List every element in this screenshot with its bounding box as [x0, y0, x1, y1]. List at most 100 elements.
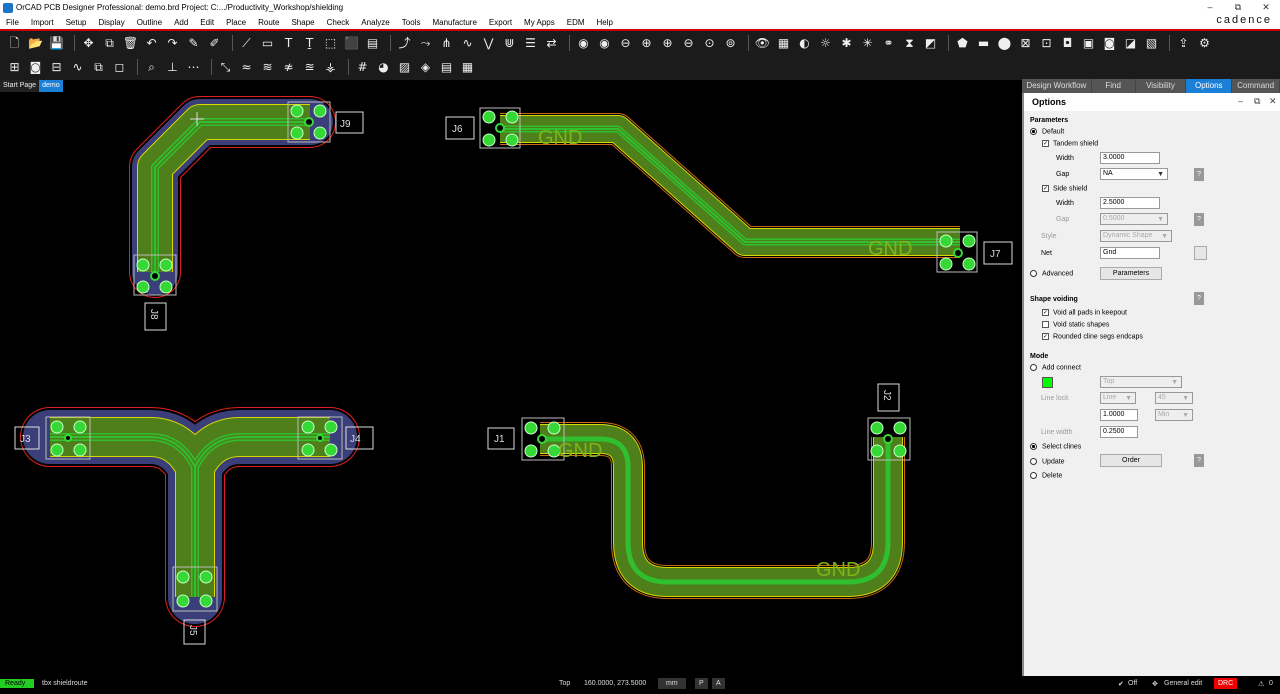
route-j9-j8[interactable]	[129, 96, 336, 298]
colorwheel-icon[interactable]: ◕	[375, 59, 392, 76]
pad-icon[interactable]: ◙	[27, 59, 44, 76]
delay-tune-icon[interactable]: ⋔	[438, 35, 455, 52]
menu-analyze[interactable]: Analyze	[355, 18, 395, 27]
line-width-field[interactable]: 0.2500	[1100, 426, 1138, 438]
close-button[interactable]: ✕	[1252, 0, 1280, 15]
redo-icon[interactable]: ↷	[164, 35, 181, 52]
void-static-checkbox[interactable]: Void static shapes	[1042, 321, 1109, 328]
layer-color-swatch[interactable]	[1042, 377, 1053, 388]
menu-file[interactable]: File	[0, 18, 25, 27]
tab-command[interactable]: Command	[1232, 79, 1279, 93]
highlight-icon[interactable]: ☼	[817, 35, 834, 52]
select-clines-radio[interactable]: Select clines	[1030, 443, 1081, 450]
flip-icon[interactable]: ◩	[922, 35, 939, 52]
p-button[interactable]: P	[695, 678, 708, 689]
parameters-button[interactable]: Parameters	[1100, 267, 1162, 280]
edit-text-icon[interactable]: Ṯ	[301, 35, 318, 52]
menu-import[interactable]: Import	[25, 18, 60, 27]
add-text-icon[interactable]: T	[280, 35, 297, 52]
fanout-icon[interactable]: ⋁	[480, 35, 497, 52]
sch-icon[interactable]: ⊞	[6, 59, 23, 76]
tandem-help-button[interactable]: ?	[1194, 168, 1204, 181]
rounded-endcaps-checkbox[interactable]: ✓ Rounded cline segs endcaps	[1042, 333, 1143, 340]
drc-status[interactable]: DRC	[1214, 678, 1238, 689]
add-rect-icon[interactable]: ▭	[259, 35, 276, 52]
route-icon[interactable]: ⤡	[217, 59, 234, 76]
shape-fill-icon[interactable]: ◪	[1122, 35, 1139, 52]
side-shield-checkbox[interactable]: ✓ Side shield	[1042, 185, 1087, 192]
default-radio[interactable]: Default	[1030, 128, 1064, 135]
menu-manufacture[interactable]: Manufacture	[426, 18, 482, 27]
save-icon[interactable]: 💾	[48, 35, 65, 52]
net-icon[interactable]: ⊟	[48, 59, 65, 76]
dehighlight-icon[interactable]: ✱	[838, 35, 855, 52]
undo-icon[interactable]: ↶	[143, 35, 160, 52]
advanced-radio[interactable]: Advanced	[1030, 270, 1073, 277]
copy-icon[interactable]: ⧉	[101, 35, 118, 52]
menu-edit[interactable]: Edit	[194, 18, 220, 27]
shape-dynamic-icon[interactable]: ▣	[1080, 35, 1097, 52]
add-line-icon[interactable]: ⟋	[238, 35, 255, 52]
manufacture-icon[interactable]: ⚙	[1196, 35, 1213, 52]
layers-icon[interactable]: ◈	[417, 59, 434, 76]
zoom-prev-icon[interactable]: ⊕	[638, 35, 655, 52]
add-connect-radio[interactable]: Add connect	[1030, 364, 1081, 371]
new-icon[interactable]: 🗋	[6, 35, 23, 52]
menu-my-apps[interactable]: My Apps	[518, 18, 561, 27]
open-icon[interactable]: 📂	[27, 35, 44, 52]
custom-smooth-icon[interactable]: ∿	[459, 35, 476, 52]
shape-merge-icon[interactable]: ⊠	[1017, 35, 1034, 52]
menu-place[interactable]: Place	[220, 18, 252, 27]
route-j3-j4-j5[interactable]	[20, 407, 360, 627]
restore-button[interactable]: ⧉	[1224, 0, 1252, 15]
a-button[interactable]: A	[712, 678, 725, 689]
void-all-pads-checkbox[interactable]: ✓ Void all pads in keepout	[1042, 309, 1127, 316]
shadow-icon[interactable]: ◐	[796, 35, 813, 52]
drc-update-icon[interactable]: ◉	[596, 35, 613, 52]
style-dropdown[interactable]: Dynamic Shape ▼	[1100, 230, 1172, 242]
tab-design-workflow[interactable]: Design Workflow	[1022, 79, 1091, 93]
shape-icon[interactable]: ⬟	[954, 35, 971, 52]
minimize-button[interactable]: –	[1196, 0, 1224, 15]
tab-demo[interactable]: demo	[39, 80, 63, 92]
phase-icon[interactable]: ≉	[280, 59, 297, 76]
tab-find[interactable]: Find	[1091, 79, 1135, 93]
measure-icon[interactable]: ⌕	[143, 59, 160, 76]
pin-icon[interactable]: ✎	[185, 35, 202, 52]
stackup-icon[interactable]: ▧	[1143, 35, 1160, 52]
menu-display[interactable]: Display	[92, 18, 130, 27]
add-connect-icon[interactable]: ⤴	[396, 35, 413, 52]
component-icon[interactable]: ⬛	[343, 35, 360, 52]
shape-void-icon[interactable]: ⬤	[996, 35, 1013, 52]
menu-edm[interactable]: EDM	[561, 18, 591, 27]
side-width-field[interactable]: 2.5000	[1100, 197, 1160, 209]
bus-icon[interactable]: ☰	[522, 35, 539, 52]
wave-icon[interactable]: ∿	[69, 59, 86, 76]
tandem-width-field[interactable]: 3.0000	[1100, 152, 1160, 164]
menu-route[interactable]: Route	[252, 18, 285, 27]
menu-add[interactable]: Add	[168, 18, 194, 27]
menu-shape[interactable]: Shape	[285, 18, 320, 27]
shape-edit-icon[interactable]: ▬	[975, 35, 992, 52]
net-browse-button[interactable]	[1194, 246, 1207, 260]
export-icon[interactable]: ⇪	[1175, 35, 1192, 52]
swap-icon[interactable]: ⇄	[543, 35, 560, 52]
zoom-world-icon[interactable]: ⊙	[701, 35, 718, 52]
pcb-canvas[interactable]: J9 J6 J7 J8 J3 J4 J1 J2 J5 GND GND GND G…	[0, 92, 1020, 676]
drc-icon[interactable]: ◉	[575, 35, 592, 52]
hourglass-icon[interactable]: ⧗	[901, 35, 918, 52]
layer-dropdown[interactable]: Top ▼	[1100, 376, 1182, 388]
side-help-button[interactable]: ?	[1194, 213, 1204, 226]
frame-icon[interactable]: ⧉	[90, 59, 107, 76]
tandem-gap-dropdown[interactable]: NA ▼	[1100, 168, 1168, 180]
panel-float-button[interactable]: ⧉	[1254, 96, 1260, 107]
menu-export[interactable]: Export	[483, 18, 518, 27]
unpin-icon[interactable]: ✐	[206, 35, 223, 52]
board-icon[interactable]: ◻	[111, 59, 128, 76]
text-box-icon[interactable]: ▤	[364, 35, 381, 52]
spread-icon[interactable]: ⋓	[501, 35, 518, 52]
shape-select-icon[interactable]: ◘	[1059, 35, 1076, 52]
grid-icon[interactable]: #	[354, 59, 371, 76]
units-button[interactable]: mm	[658, 678, 686, 689]
cmd-icon[interactable]: ▦	[459, 59, 476, 76]
